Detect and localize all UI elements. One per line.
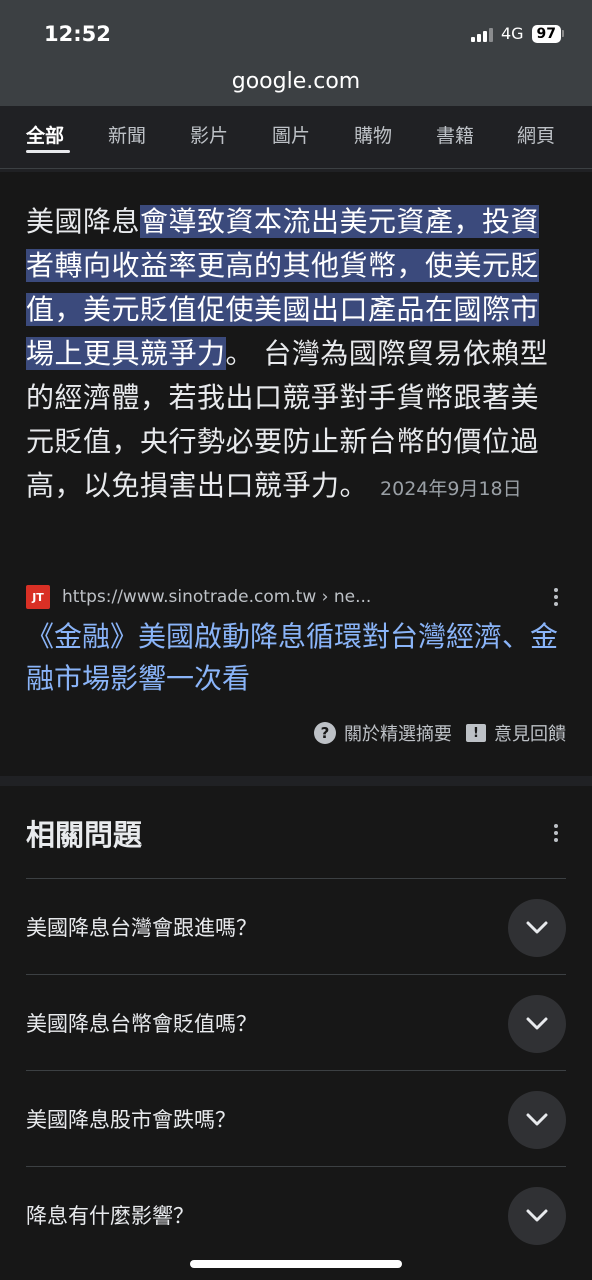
result-source[interactable]: JT https://www.sinotrade.com.tw › ne... [26, 584, 566, 610]
chevron-down-icon [526, 921, 548, 934]
related-question-text: 美國降息台幣會貶值嗎？ [26, 1012, 257, 1036]
about-snippet-label: 關於精選摘要 [344, 724, 452, 745]
feedback-label: 意見回饋 [494, 724, 566, 745]
related-question-text: 美國降息台灣會跟進嗎？ [26, 916, 257, 940]
related-question-item[interactable]: 美國降息股市會跌嗎？ [26, 1070, 566, 1167]
result-title-link[interactable]: 《金融》美國啟動降息循環對台灣經濟、金融市場影響一次看 [26, 616, 566, 700]
expand-button[interactable] [508, 1187, 566, 1245]
status-indicators: 4G 97 [470, 24, 564, 43]
about-snippet-button[interactable]: ? 關於精選摘要 [314, 720, 452, 746]
battery-level: 97 [531, 24, 561, 43]
expand-button[interactable] [508, 1091, 566, 1149]
tab-images[interactable]: 圖片 [272, 121, 310, 148]
active-tab-indicator [26, 150, 70, 153]
url-text[interactable]: google.com [232, 69, 360, 94]
featured-snippet-text: 美國降息會導致資本流出美元資產，投資者轉向收益率更高的其他貨幣，使美元貶值，美元… [26, 200, 566, 511]
snippet-date: 2024年9月18日 [380, 478, 522, 500]
search-tabs: 全部 新聞 影片 圖片 購物 書籍 網頁 [0, 106, 592, 169]
chevron-down-icon [526, 1209, 548, 1222]
tab-books[interactable]: 書籍 [436, 121, 474, 148]
home-indicator[interactable] [190, 1260, 402, 1268]
related-questions-card: 相關問題 美國降息台灣會跟進嗎？ 美國降息台幣會貶值嗎？ 美國降息股市會跌嗎？ … [0, 786, 592, 1280]
source-url[interactable]: https://www.sinotrade.com.tw › ne... [62, 587, 371, 607]
network-type: 4G [500, 24, 524, 43]
tab-videos[interactable]: 影片 [190, 121, 228, 148]
address-bar[interactable]: google.com [0, 62, 592, 106]
tab-all[interactable]: 全部 [26, 121, 64, 148]
status-bar: 12:52 4G 97 [0, 0, 592, 62]
snippet-footer: ? 關於精選摘要 ! 意見回饋 [314, 720, 566, 746]
expand-button[interactable] [508, 995, 566, 1053]
related-question-item[interactable]: 美國降息台灣會跟進嗎？ [26, 878, 566, 975]
featured-snippet-card: 美國降息會導致資本流出美元資產，投資者轉向收益率更高的其他貨幣，使美元貶值，美元… [0, 172, 592, 776]
related-question-text: 美國降息股市會跌嗎？ [26, 1108, 236, 1132]
related-questions-title: 相關問題 [26, 818, 143, 852]
snippet-text-start: 美國降息 [26, 205, 141, 238]
more-options-icon[interactable] [546, 822, 566, 844]
expand-button[interactable] [508, 899, 566, 957]
tab-news[interactable]: 新聞 [108, 121, 146, 148]
more-options-icon[interactable] [546, 584, 566, 610]
help-icon: ? [314, 722, 336, 744]
related-question-text: 降息有什麼影響？ [26, 1204, 194, 1228]
tab-shopping[interactable]: 購物 [354, 121, 392, 148]
tab-web[interactable]: 網頁 [517, 121, 555, 148]
feedback-icon: ! [466, 724, 486, 742]
chevron-down-icon [526, 1017, 548, 1030]
battery-icon: 97 [531, 24, 564, 43]
related-question-item[interactable]: 美國降息台幣會貶值嗎？ [26, 974, 566, 1071]
related-question-item[interactable]: 降息有什麼影響？ [26, 1166, 566, 1263]
sinotrade-favicon-icon: JT [26, 585, 50, 609]
feedback-button[interactable]: ! 意見回饋 [466, 720, 566, 746]
chevron-down-icon [526, 1113, 548, 1126]
status-time: 12:52 [44, 22, 111, 46]
signal-icon [470, 26, 493, 42]
